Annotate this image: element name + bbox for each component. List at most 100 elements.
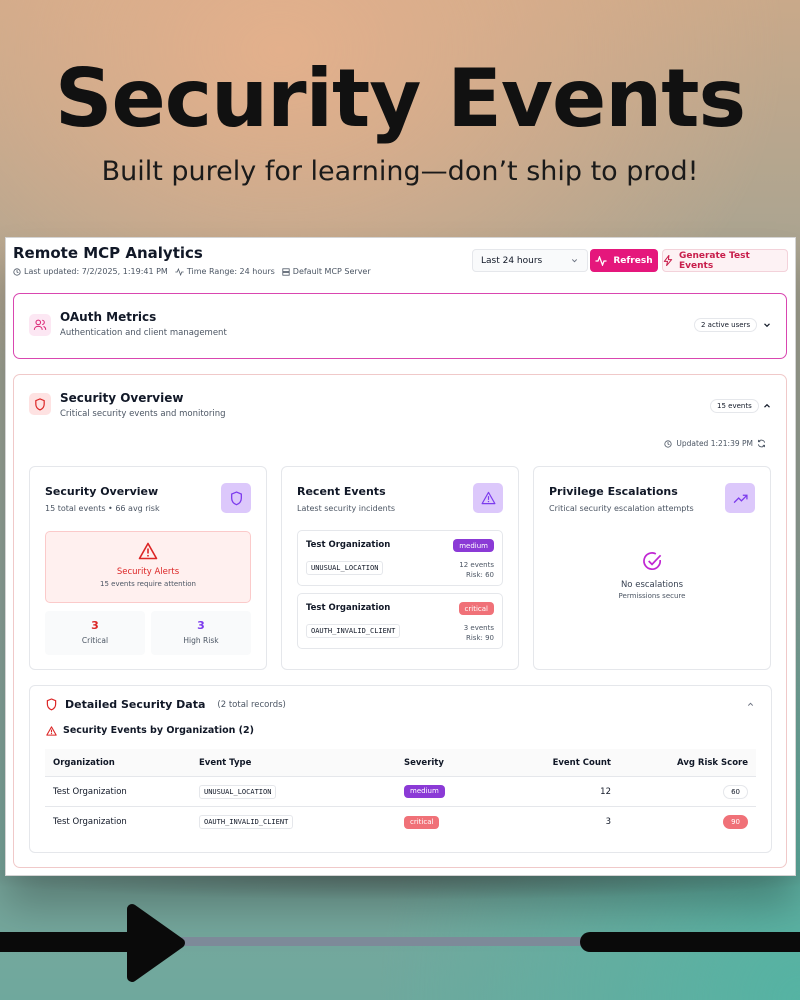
hero-subtitle: Built purely for learning—don’t ship to … [101,156,699,187]
critical-label: Critical [81,636,109,645]
shield-icon [221,483,251,513]
security-subtitle: Critical security events and monitoring [60,409,226,419]
security-overview-section: Security Overview Critical security even… [13,374,787,868]
event-count: 3 events [463,624,494,632]
column-header[interactable]: Event Type [199,758,404,768]
cell-event-count: 12 [600,786,611,797]
cell-severity-badge: medium [404,785,445,798]
refresh-icon[interactable] [757,439,766,448]
time-range-text: Time Range: 24 hours [186,267,275,276]
refresh-button[interactable]: Refresh [590,249,658,272]
event-meta: 12 events Risk: 60 [459,560,494,580]
alert-triangle-icon [46,725,57,736]
chevron-down-icon[interactable] [762,320,772,330]
column-header[interactable]: Organization [45,758,199,768]
detail-section-header: Security Events by Organization (2) [46,725,254,736]
shield-icon [29,393,51,415]
critical-count: 3 [91,619,99,632]
server-text: Default MCP Server [292,267,371,276]
security-alerts-box: Security Alerts 15 events require attent… [45,531,251,603]
progress-remaining[interactable] [580,932,800,952]
event-type-code: OAUTH_INVALID_CLIENT [306,624,401,638]
cell-organization: Test Organization [53,817,127,827]
no-escalations: No escalations Permissions secure [534,551,770,600]
event-meta: 3 events Risk: 90 [464,623,494,643]
cell-organization: Test Organization [53,786,127,797]
table-row[interactable]: Test Organization UNUSUAL_LOCATION mediu… [45,777,756,807]
chevron-down-icon [571,259,578,263]
privilege-escalations-card: Privilege Escalations Critical security … [533,466,771,670]
privilege-title: Privilege Escalations [549,485,678,498]
events-count-pill: 15 events [710,399,759,413]
detail-section-title: Security Events by Organization (2) [63,725,254,736]
trending-up-icon [725,483,755,513]
high-risk-stat: 3 High Risk [151,611,251,655]
cell-event-type: OAUTH_INVALID_CLIENT [199,815,294,829]
detail-header: Detailed Security Data (2 total records) [46,698,286,711]
last-updated-text: Last updated: 7/2/2025, 1:19:41 PM [24,267,168,276]
column-header[interactable]: Event Count [524,758,611,768]
time-range-select[interactable]: Last 24 hours [472,249,588,272]
security-alerts-title: Security Alerts [116,567,180,577]
detail-count: (2 total records) [217,699,286,710]
users-icon [29,314,51,336]
no-escalations-sub: Permissions secure [618,592,686,600]
progress-track[interactable] [150,937,590,946]
table-header: Organization Event Type Severity Event C… [45,749,756,777]
security-title: Security Overview [60,391,184,405]
event-org: Test Organization [306,603,391,613]
recent-events-subtitle: Latest security incidents [297,504,396,513]
shield-icon [46,698,57,711]
privilege-subtitle: Critical security escalation attempts [549,504,694,513]
check-circle-icon [642,552,661,571]
detailed-security-data: Detailed Security Data (2 total records)… [29,685,772,853]
time-range-select-value: Last 24 hours [481,255,543,266]
updated-time: Updated 1:21:39 PM [676,439,753,448]
alert-triangle-icon [138,542,158,560]
app-window: Remote MCP Analytics Last updated: 7/2/2… [5,237,796,876]
zap-icon [663,255,673,266]
high-risk-label: High Risk [183,636,219,645]
window-shadow [0,870,800,930]
severity-badge: medium [453,539,494,552]
hero-title: Security Events [54,52,746,145]
oauth-metrics-section[interactable]: OAuth Metrics Authentication and client … [13,293,787,359]
refresh-button-label: Refresh [613,255,653,266]
overview-card-subtitle: 15 total events • 66 avg risk [45,504,160,513]
severity-badge: critical [458,602,494,615]
recent-events-card: Recent Events Latest security incidents … [281,466,519,670]
alert-triangle-icon [473,483,503,513]
security-overview-card: Security Overview 15 total events • 66 a… [29,466,267,670]
detail-title: Detailed Security Data [65,698,206,711]
oauth-title: OAuth Metrics [60,310,157,324]
table-row[interactable]: Test Organization OAUTH_INVALID_CLIENT c… [45,807,756,837]
active-users-pill: 2 active users [694,318,758,332]
oauth-subtitle: Authentication and client management [60,328,227,338]
cell-risk-score: 60 [723,784,748,799]
column-header[interactable]: Severity [404,758,524,768]
event-risk: Risk: 60 [466,571,494,579]
event-type-code: UNUSUAL_LOCATION [306,561,384,575]
security-events-table: Organization Event Type Severity Event C… [45,749,756,837]
cell-risk-score: 90 [723,815,748,829]
play-icon[interactable] [124,901,188,985]
activity-icon [595,255,607,266]
clock-icon [664,439,672,448]
list-item[interactable]: Test Organization medium UNUSUAL_LOCATIO… [297,530,503,586]
cell-severity-badge: critical [404,815,440,829]
event-count: 12 events [459,561,494,569]
updated-row: Updated 1:21:39 PM [660,439,770,448]
chevron-up-icon[interactable] [762,401,772,411]
event-org: Test Organization [306,540,391,550]
generate-test-events-label: Generate Test Events [678,250,750,271]
clock-icon [13,267,21,276]
overview-card-title: Security Overview [45,485,159,498]
generate-test-events-button[interactable]: Generate Test Events [662,249,788,272]
column-header[interactable]: Avg Risk Score [611,758,756,768]
list-item[interactable]: Test Organization critical OAUTH_INVALID… [297,593,503,649]
chevron-up-icon[interactable] [746,700,755,709]
event-risk: Risk: 90 [466,634,494,642]
cell-event-type: UNUSUAL_LOCATION [199,784,277,799]
recent-events-title: Recent Events [297,485,386,498]
security-alerts-sub: 15 events require attention [100,580,196,588]
